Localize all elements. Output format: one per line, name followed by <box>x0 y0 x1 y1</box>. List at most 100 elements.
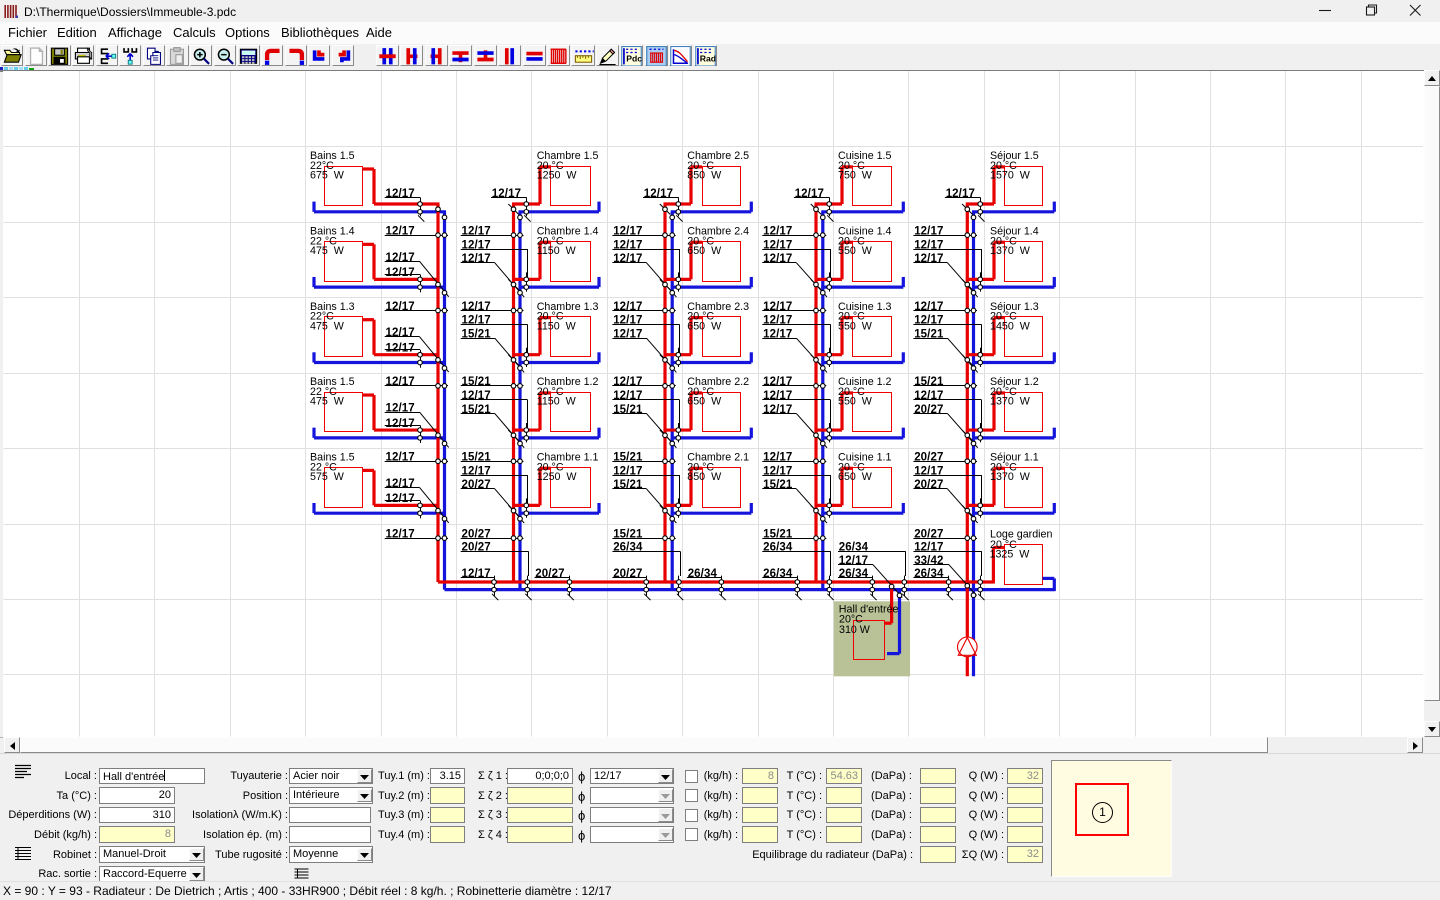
svg-text:12/17: 12/17 <box>386 301 415 313</box>
svg-text:1250 W: 1250 W <box>537 170 578 182</box>
svg-text:20/27: 20/27 <box>462 542 491 554</box>
svg-text:12/17: 12/17 <box>386 342 415 354</box>
svg-text:750 W: 750 W <box>838 170 873 182</box>
svg-text:12/17: 12/17 <box>613 390 642 402</box>
svg-text:15/21: 15/21 <box>613 452 643 464</box>
svg-text:12/17: 12/17 <box>914 239 943 251</box>
svg-text:12/17: 12/17 <box>763 301 792 313</box>
svg-text:1370 W: 1370 W <box>990 471 1031 483</box>
svg-text:475 W: 475 W <box>310 396 345 408</box>
svg-text:12/17: 12/17 <box>763 225 792 237</box>
svg-text:550 W: 550 W <box>838 320 873 332</box>
svg-text:15/21: 15/21 <box>914 329 944 341</box>
svg-text:15/21: 15/21 <box>613 528 643 540</box>
svg-text:20/27: 20/27 <box>914 479 943 491</box>
svg-text:650 W: 650 W <box>838 471 873 483</box>
svg-text:12/17: 12/17 <box>462 315 491 327</box>
svg-text:15/21: 15/21 <box>462 452 492 464</box>
svg-text:550 W: 550 W <box>838 396 873 408</box>
svg-text:26/34: 26/34 <box>914 568 944 580</box>
svg-text:12/17: 12/17 <box>386 327 415 339</box>
svg-text:26/34: 26/34 <box>763 568 793 580</box>
svg-text:15/21: 15/21 <box>763 528 793 540</box>
svg-text:475 W: 475 W <box>310 245 345 257</box>
svg-text:15/21: 15/21 <box>462 376 492 388</box>
svg-text:15/21: 15/21 <box>462 404 492 416</box>
svg-text:12/17: 12/17 <box>613 225 642 237</box>
svg-text:15/21: 15/21 <box>763 479 793 491</box>
svg-text:12/17: 12/17 <box>386 528 415 540</box>
svg-text:12/17: 12/17 <box>386 252 415 264</box>
svg-text:650 W: 650 W <box>687 320 722 332</box>
svg-text:1325 W: 1325 W <box>990 549 1031 561</box>
svg-text:850 W: 850 W <box>687 170 722 182</box>
svg-text:12/17: 12/17 <box>462 301 491 313</box>
svg-text:12/17: 12/17 <box>914 225 943 237</box>
svg-text:15/21: 15/21 <box>613 479 643 491</box>
svg-text:12/17: 12/17 <box>386 376 415 388</box>
svg-text:1370 W: 1370 W <box>990 245 1031 257</box>
svg-text:12/17: 12/17 <box>386 452 415 464</box>
svg-text:12/17: 12/17 <box>462 465 491 477</box>
svg-text:1450 W: 1450 W <box>990 320 1031 332</box>
svg-text:26/34: 26/34 <box>688 568 718 580</box>
svg-text:12/17: 12/17 <box>914 542 943 554</box>
svg-text:550 W: 550 W <box>838 245 873 257</box>
svg-text:12/17: 12/17 <box>386 402 415 414</box>
svg-text:12/17: 12/17 <box>462 568 491 580</box>
svg-text:12/17: 12/17 <box>914 253 943 265</box>
svg-text:26/34: 26/34 <box>839 542 869 554</box>
svg-text:15/21: 15/21 <box>914 376 944 388</box>
svg-text:12/17: 12/17 <box>462 239 491 251</box>
svg-text:12/17: 12/17 <box>763 315 792 327</box>
svg-text:15/21: 15/21 <box>462 329 492 341</box>
svg-text:650 W: 650 W <box>687 396 722 408</box>
svg-text:12/17: 12/17 <box>763 452 792 464</box>
svg-text:12/17: 12/17 <box>644 188 673 200</box>
svg-text:12/17: 12/17 <box>914 301 943 313</box>
svg-text:20/27: 20/27 <box>914 528 943 540</box>
svg-text:1150 W: 1150 W <box>537 320 577 332</box>
svg-text:12/17: 12/17 <box>914 465 943 477</box>
svg-text:12/17: 12/17 <box>386 493 415 505</box>
svg-text:12/17: 12/17 <box>763 390 792 402</box>
svg-text:12/17: 12/17 <box>386 188 415 200</box>
svg-text:12/17: 12/17 <box>763 329 792 341</box>
svg-text:1150 W: 1150 W <box>537 245 577 257</box>
svg-text:20/27: 20/27 <box>914 452 943 464</box>
svg-text:12/17: 12/17 <box>492 188 521 200</box>
svg-text:12/17: 12/17 <box>386 267 415 279</box>
svg-text:20/27: 20/27 <box>462 528 491 540</box>
svg-text:12/17: 12/17 <box>795 188 824 200</box>
svg-text:26/34: 26/34 <box>839 568 869 580</box>
svg-text:12/17: 12/17 <box>763 253 792 265</box>
svg-text:26/34: 26/34 <box>613 542 643 554</box>
svg-text:12/17: 12/17 <box>613 315 642 327</box>
svg-text:12/17: 12/17 <box>613 465 642 477</box>
svg-text:12/17: 12/17 <box>946 188 975 200</box>
svg-text:20/27: 20/27 <box>914 404 943 416</box>
svg-text:475 W: 475 W <box>310 320 345 332</box>
svg-text:12/17: 12/17 <box>462 253 491 265</box>
svg-text:12/17: 12/17 <box>763 404 792 416</box>
svg-text:12/17: 12/17 <box>613 376 642 388</box>
svg-text:12/17: 12/17 <box>839 555 868 567</box>
svg-text:575 W: 575 W <box>310 471 345 483</box>
svg-text:12/17: 12/17 <box>462 225 491 237</box>
svg-text:12/17: 12/17 <box>763 239 792 251</box>
svg-text:12/17: 12/17 <box>613 253 642 265</box>
svg-text:26/34: 26/34 <box>763 542 793 554</box>
svg-text:12/17: 12/17 <box>386 478 415 490</box>
svg-text:1150 W: 1150 W <box>537 396 577 408</box>
svg-text:12/17: 12/17 <box>613 301 642 313</box>
svg-text:850 W: 850 W <box>687 471 722 483</box>
svg-text:20/27: 20/27 <box>613 568 642 580</box>
svg-text:20/27: 20/27 <box>535 568 564 580</box>
svg-text:12/17: 12/17 <box>763 376 792 388</box>
svg-text:20/27: 20/27 <box>462 479 491 491</box>
svg-text:Pdc: Pdc <box>627 53 643 63</box>
svg-text:12/17: 12/17 <box>386 225 415 237</box>
svg-text:12/17: 12/17 <box>613 239 642 251</box>
svg-text:1250 W: 1250 W <box>537 471 578 483</box>
svg-text:12/17: 12/17 <box>462 390 491 402</box>
